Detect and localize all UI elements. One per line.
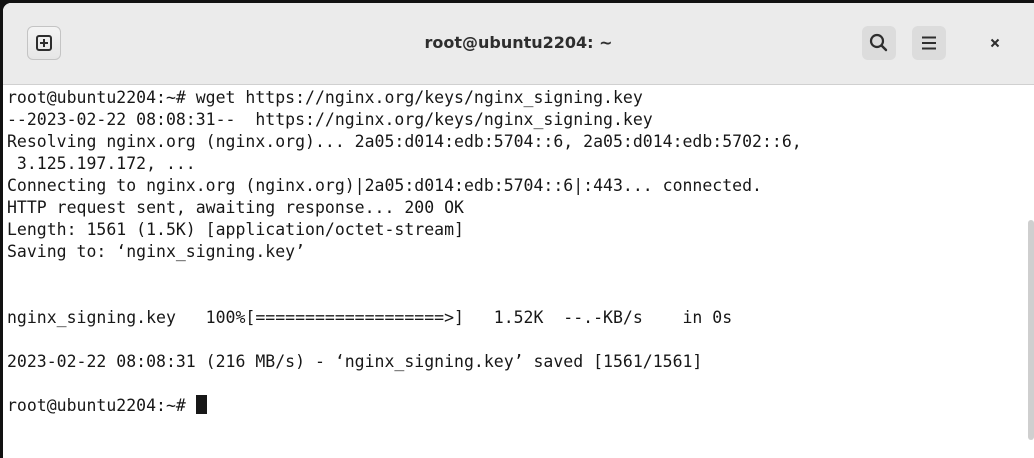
terminal-line: 2023-02-22 08:08:31 (216 MB/s) - ‘nginx_… xyxy=(7,352,703,371)
terminal-line: 3.125.197.172, ... xyxy=(7,154,196,173)
terminal-line: nginx_signing.key 100%[=================… xyxy=(7,308,733,327)
terminal-line: Connecting to nginx.org (nginx.org)|2a05… xyxy=(7,176,762,195)
terminal-line: --2023-02-22 08:08:31-- https://nginx.or… xyxy=(7,110,653,129)
terminal-line: Resolving nginx.org (nginx.org)... 2a05:… xyxy=(7,132,802,151)
scrollbar[interactable] xyxy=(1028,220,1034,440)
text-cursor xyxy=(195,395,207,414)
terminal-line: Saving to: ‘nginx_signing.key’ xyxy=(7,242,306,261)
desktop-background: root@ubuntu2204: ~ root@ubuntu2204:~# wg… xyxy=(0,0,1034,458)
terminal-window: root@ubuntu2204: ~ root@ubuntu2204:~# wg… xyxy=(3,3,1034,458)
close-icon xyxy=(990,38,1000,48)
terminal-line: HTTP request sent, awaiting response... … xyxy=(7,198,464,217)
terminal-line: root@ubuntu2204:~# wget https://nginx.or… xyxy=(7,88,643,107)
search-icon xyxy=(869,33,888,52)
hamburger-menu-icon xyxy=(922,36,936,50)
terminal-line: Length: 1561 (1.5K) [application/octet-s… xyxy=(7,220,464,239)
terminal-prompt[interactable]: root@ubuntu2204:~# xyxy=(7,395,207,417)
terminal-output[interactable]: root@ubuntu2204:~# wget https://nginx.or… xyxy=(3,85,1034,458)
title-bar[interactable]: root@ubuntu2204: ~ xyxy=(3,3,1034,85)
prompt-text: root@ubuntu2204:~# xyxy=(7,396,196,415)
close-button[interactable] xyxy=(978,26,1012,60)
search-button[interactable] xyxy=(862,26,896,60)
menu-button[interactable] xyxy=(912,26,946,60)
